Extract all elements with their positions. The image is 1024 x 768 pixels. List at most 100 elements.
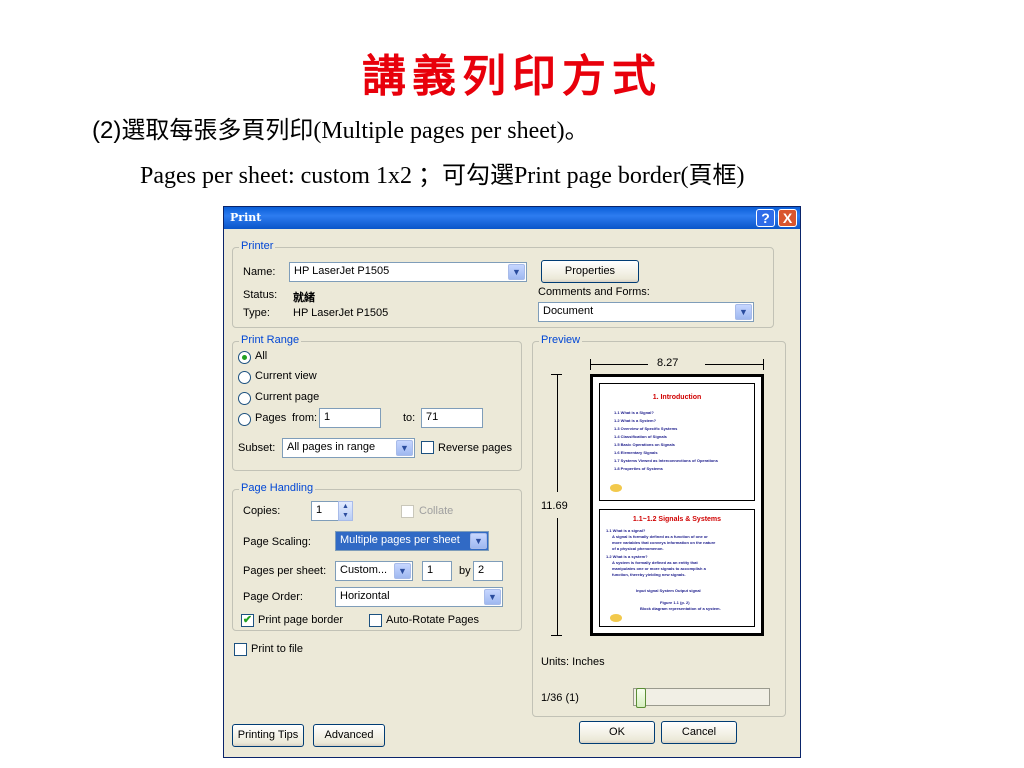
- pages-per-sheet-rows-input[interactable]: 2: [473, 561, 503, 581]
- cancel-button[interactable]: Cancel: [661, 721, 737, 744]
- preview-units: Units: Inches: [541, 656, 605, 668]
- page-scaling-value: Multiple pages per sheet: [340, 534, 460, 546]
- preview-page-2: 1.1~1.2 Signals & Systems 1.1 What is a …: [599, 509, 755, 627]
- comments-label: Comments and Forms:: [538, 286, 650, 298]
- ok-button[interactable]: OK: [579, 721, 655, 744]
- page-order-value: Horizontal: [340, 590, 390, 602]
- subset-label: Subset:: [238, 442, 276, 454]
- page-1-item: 1.7 Systems Viewed as Interconnections o…: [614, 458, 718, 463]
- page-2-title: 1.1~1.2 Signals & Systems: [632, 516, 722, 523]
- instruction-number: (2): [92, 117, 122, 144]
- page-handling-group: Page Handling Copies: 1 ▲ ▼ Collate Page …: [232, 482, 522, 631]
- printer-type-value: HP LaserJet P1505: [293, 307, 389, 319]
- print-to-file-label: Print to file: [251, 643, 303, 655]
- chevron-down-icon: ▼: [484, 589, 501, 605]
- page-2-item: Block diagram representation of a system…: [640, 606, 721, 611]
- page-1-item: 1.8 Properties of Systems: [614, 466, 663, 471]
- preview-height-label: 11.69: [541, 500, 568, 512]
- preview-page-1: 1. Introduction 1.1 What is a Signal? 1.…: [599, 383, 755, 501]
- page-order-select[interactable]: Horizontal ▼: [335, 587, 503, 607]
- preview-label: Preview: [539, 334, 583, 346]
- pages-per-sheet-select[interactable]: Custom... ▼: [335, 561, 413, 581]
- pages-from-input[interactable]: 1: [319, 408, 381, 428]
- dialog-titlebar: Print ? X: [224, 207, 800, 229]
- radio-pages[interactable]: [238, 413, 251, 426]
- printer-type-label: Type:: [243, 307, 270, 319]
- pages-per-sheet-cols-input[interactable]: 1: [422, 561, 452, 581]
- page-1-item: 1.1 What is a Signal?: [614, 410, 654, 415]
- copies-spinner[interactable]: ▲ ▼: [338, 501, 353, 521]
- preview-slider-thumb[interactable]: [636, 688, 646, 708]
- page-2-item: 1.2 What is a system?: [606, 554, 648, 559]
- print-range-group: Print Range All Current view Current pag…: [232, 334, 522, 471]
- page-logo-icon: [610, 484, 622, 492]
- pages-per-sheet-value: Custom...: [340, 564, 388, 576]
- radio-pages-label: Pages: [255, 412, 287, 424]
- page-2-item: A system is formally defined as an entit…: [612, 560, 698, 565]
- print-to-file-checkbox[interactable]: [234, 643, 247, 656]
- reverse-pages-checkbox[interactable]: [421, 441, 434, 454]
- properties-button[interactable]: Properties: [541, 260, 639, 283]
- pages-from-label: from:: [292, 412, 318, 424]
- print-range-label: Print Range: [239, 334, 302, 346]
- pages-to-label: to:: [403, 412, 416, 424]
- printer-name-select[interactable]: HP LaserJet P1505 ▼: [289, 262, 527, 282]
- page-1-item: 1.6 Elementary Signals: [614, 450, 658, 455]
- instruction-text: 選取每張多頁列印(Multiple pages per sheet)。: [121, 118, 589, 144]
- preview-width-label: 8.27: [657, 357, 679, 369]
- page-2-item: 1.1 What is a signal?: [606, 528, 646, 533]
- page-2-item: of a physical phenomenon.: [612, 546, 664, 551]
- subset-value: All pages in range: [287, 441, 376, 453]
- copies-label: Copies:: [243, 505, 281, 517]
- printer-status-label: Status:: [243, 289, 278, 301]
- page-counter: 1/36 (1): [541, 692, 579, 704]
- chevron-down-icon: ▼: [508, 264, 525, 280]
- printer-status-value: 就緒: [293, 292, 315, 304]
- instruction-line-2: Pages per sheet: custom 1x2 ；可勾選Print pa…: [140, 163, 745, 189]
- subset-select[interactable]: All pages in range ▼: [282, 438, 415, 458]
- instruction-line-1: (2)選取每張多頁列印(Multiple pages per sheet)。: [92, 110, 589, 145]
- dialog-title: Print: [230, 211, 262, 224]
- radio-current-view-label: Current view: [255, 370, 317, 382]
- help-icon[interactable]: ?: [756, 209, 775, 227]
- close-icon[interactable]: X: [778, 209, 797, 227]
- radio-current-view[interactable]: [238, 371, 251, 384]
- print-page-border-checkbox[interactable]: ✔: [241, 614, 254, 627]
- page-1-item: 1.2 What is a System?: [614, 418, 657, 423]
- printer-name-label: Name:: [243, 266, 276, 278]
- page-order-label: Page Order:: [243, 591, 303, 603]
- page-2-item: Figure 1.1 (p. 2): [660, 600, 690, 605]
- page-2-item: more variables that conveys information …: [612, 540, 716, 545]
- chevron-down-icon: ▼: [394, 563, 411, 579]
- preview-page-slider[interactable]: [633, 688, 770, 708]
- collate-checkbox[interactable]: [401, 505, 414, 518]
- page-2-item: A signal is formally defined as a functi…: [612, 534, 708, 539]
- by-label: by: [459, 565, 471, 577]
- page-2-item: manipulates one or more signals to accom…: [612, 566, 706, 571]
- radio-all[interactable]: [238, 351, 251, 364]
- preview-paper: 1. Introduction 1.1 What is a Signal? 1.…: [590, 374, 764, 636]
- page-1-item: 1.4 Classification of Signals: [614, 434, 667, 439]
- auto-rotate-checkbox[interactable]: [369, 614, 382, 627]
- printer-group: Printer Name: HP LaserJet P1505 ▼ Status…: [232, 240, 774, 328]
- auto-rotate-label: Auto-Rotate Pages: [386, 614, 479, 626]
- print-page-border-label: Print page border: [258, 614, 343, 626]
- printer-group-label: Printer: [239, 240, 276, 252]
- comments-select[interactable]: Document ▼: [538, 302, 754, 322]
- comments-value: Document: [543, 305, 594, 317]
- collate-label: Collate: [419, 505, 454, 517]
- pages-to-input[interactable]: 71: [421, 408, 483, 428]
- page-scaling-select[interactable]: Multiple pages per sheet ▼: [335, 531, 489, 551]
- printing-tips-button[interactable]: Printing Tips: [232, 724, 304, 747]
- print-dialog: Print ? X Printer Name: HP LaserJet P150…: [223, 206, 801, 758]
- reverse-pages-label: Reverse pages: [438, 442, 512, 454]
- page-logo-icon: [610, 614, 622, 622]
- advanced-button[interactable]: Advanced: [313, 724, 385, 747]
- printer-name-value: HP LaserJet P1505: [294, 265, 390, 277]
- page-2-item: Input signal System Output signal: [636, 588, 701, 593]
- radio-current-page-label: Current page: [255, 391, 320, 403]
- chevron-down-icon: ▼: [735, 304, 752, 320]
- radio-current-page[interactable]: [238, 392, 251, 405]
- page-2-item: function, thereby yielding new signals.: [612, 572, 686, 577]
- page-scaling-label: Page Scaling:: [243, 536, 311, 548]
